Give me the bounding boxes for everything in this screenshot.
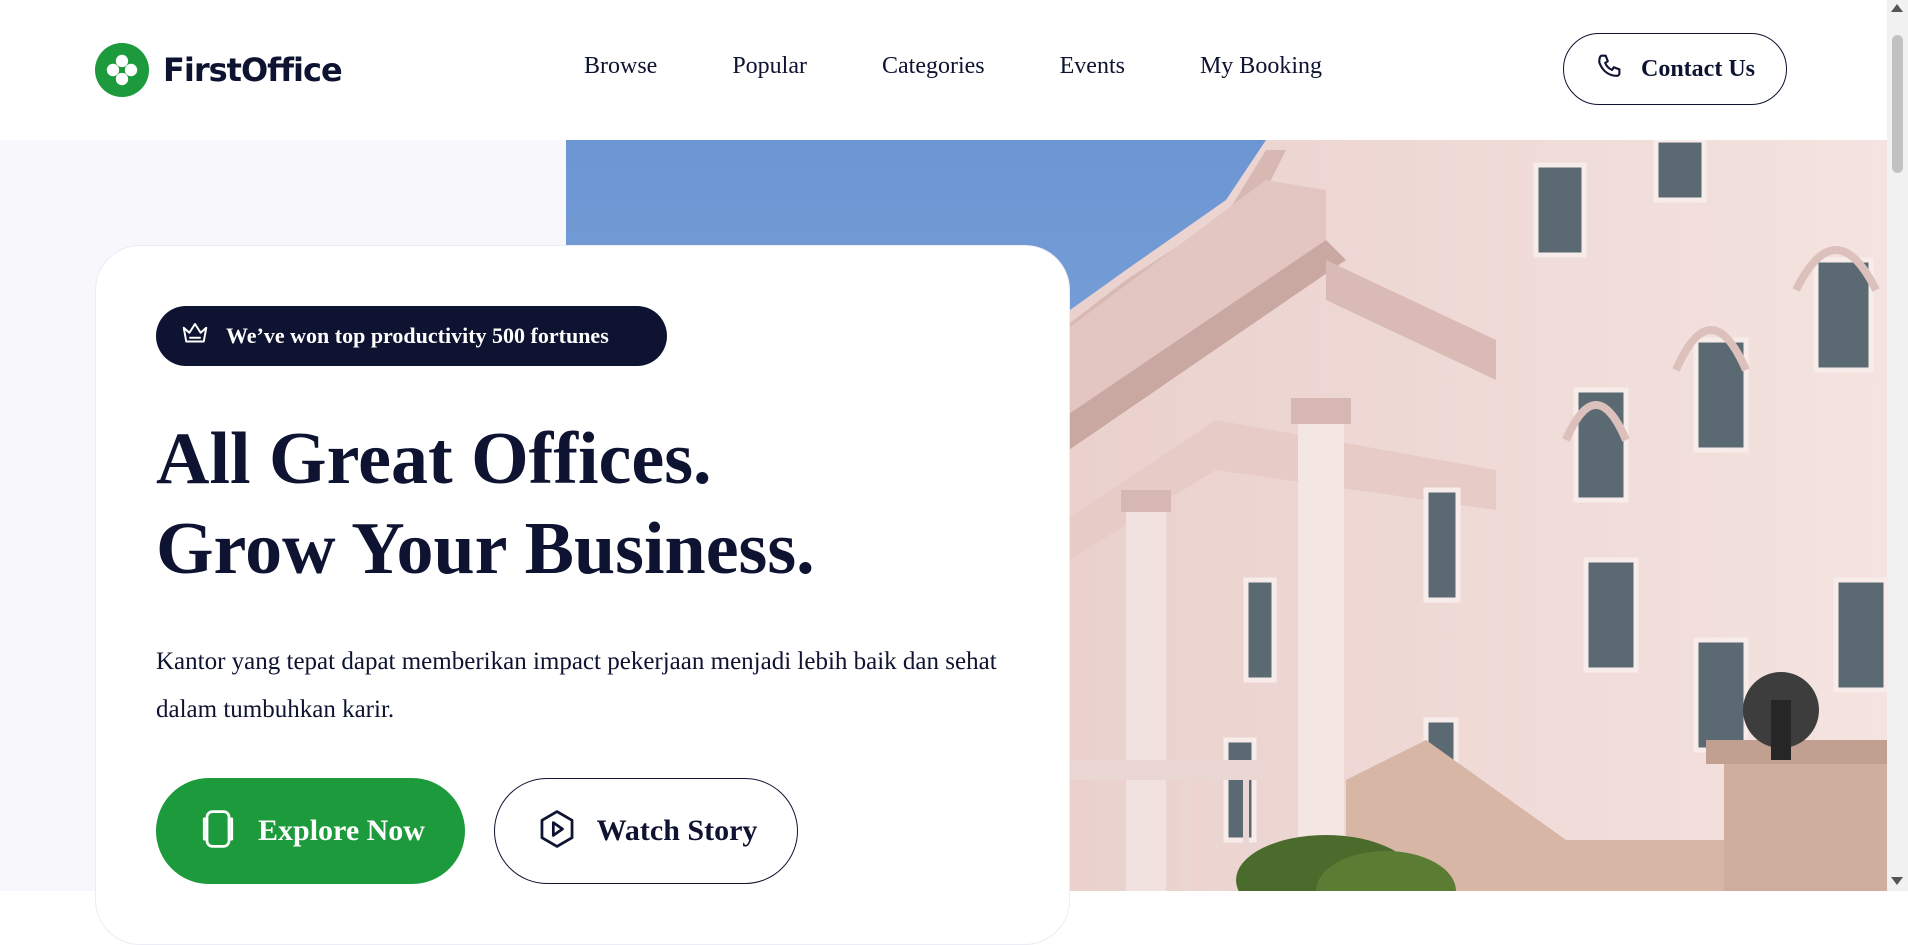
scroll-down-arrow-icon[interactable] xyxy=(1891,877,1903,885)
contact-us-button[interactable]: Contact Us xyxy=(1563,33,1787,105)
watch-story-button[interactable]: Watch Story xyxy=(494,778,798,884)
brand-name: FirstOffice xyxy=(163,51,343,89)
nav-link-events[interactable]: Events xyxy=(1060,53,1125,80)
nav-link-my-booking[interactable]: My Booking xyxy=(1200,53,1322,80)
play-hexagon-icon xyxy=(535,807,579,856)
contact-us-label: Contact Us xyxy=(1641,55,1755,82)
hero-headline: All Great Offices. Grow Your Business. xyxy=(156,414,815,594)
hero-subtext: Kantor yang tepat dapat memberikan impac… xyxy=(156,648,997,723)
headline-line-2: Grow Your Business. xyxy=(156,508,815,590)
award-badge: We’ve won top productivity 500 fortunes xyxy=(156,306,667,366)
nav-link-categories[interactable]: Categories xyxy=(882,53,985,80)
page-scrollbar[interactable] xyxy=(1887,0,1908,891)
watch-story-label: Watch Story xyxy=(596,814,758,847)
scroll-thumb[interactable] xyxy=(1892,35,1903,173)
explore-now-button[interactable]: Explore Now xyxy=(156,778,465,884)
badge-text: We’ve won top productivity 500 fortunes xyxy=(226,323,609,348)
clover-logo-icon xyxy=(95,43,149,97)
headline-line-1: All Great Offices. xyxy=(156,418,712,500)
tablet-icon xyxy=(196,807,240,856)
phone-icon xyxy=(1595,51,1627,88)
top-navbar: FirstOffice Browse Popular Categories Ev… xyxy=(0,0,1887,140)
nav-link-browse[interactable]: Browse xyxy=(584,53,657,80)
brand-logo[interactable]: FirstOffice xyxy=(95,43,343,97)
crown-icon xyxy=(180,319,210,354)
scroll-up-arrow-icon[interactable] xyxy=(1891,4,1903,12)
nav-link-popular[interactable]: Popular xyxy=(732,53,807,80)
explore-now-label: Explore Now xyxy=(258,814,425,847)
main-nav: Browse Popular Categories Events My Book… xyxy=(584,53,1322,80)
hero-card: We’ve won top productivity 500 fortunes … xyxy=(95,245,1070,945)
